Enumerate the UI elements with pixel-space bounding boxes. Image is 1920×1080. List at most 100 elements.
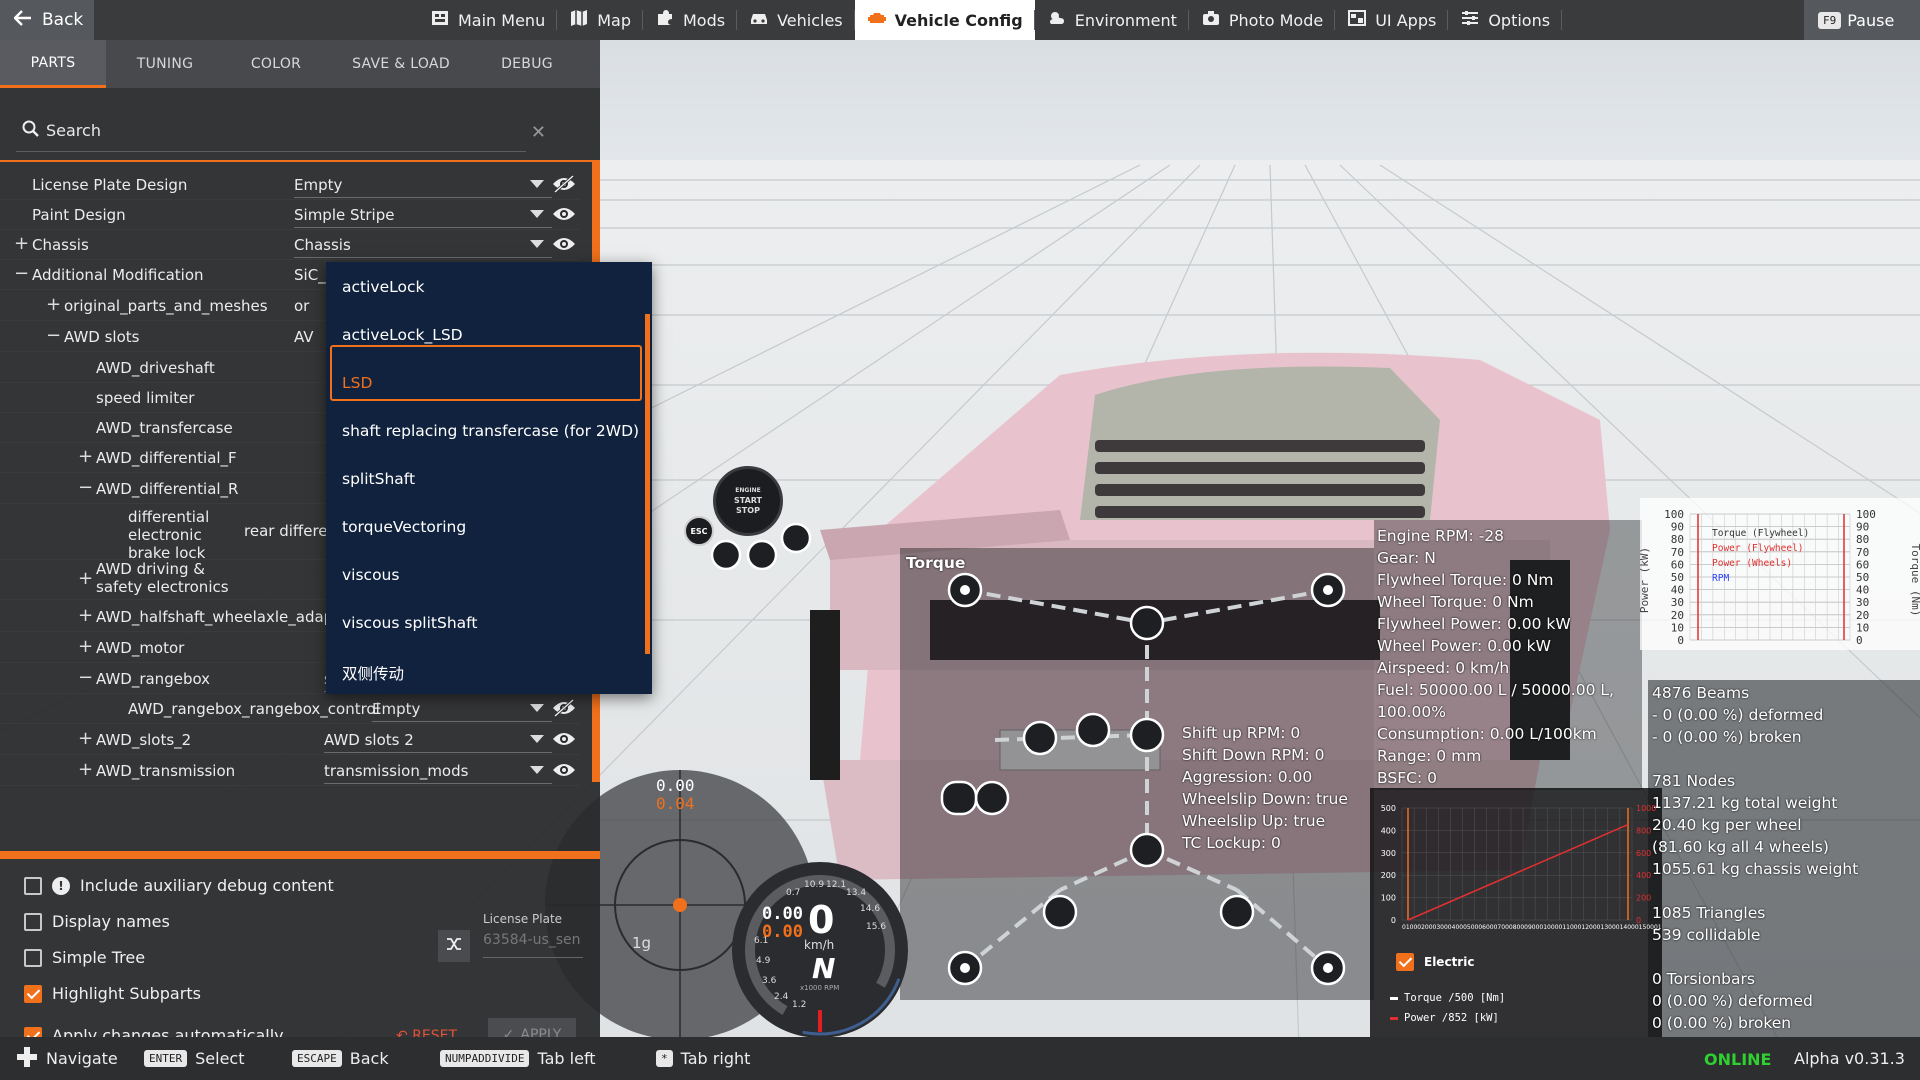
tree-bottom-scrollbar[interactable] — [0, 851, 600, 859]
option-aux-debug[interactable]: ! Include auxiliary debug content — [24, 876, 334, 895]
tab-debug[interactable]: DEBUG — [474, 40, 580, 88]
menu-mods[interactable]: Mods — [643, 0, 738, 40]
tick-label: 13.4 — [846, 888, 867, 898]
tab-tuning[interactable]: TUNING — [106, 40, 224, 88]
pause-button[interactable]: F9 Pause — [1804, 0, 1920, 40]
expand-icon[interactable]: + — [78, 759, 93, 780]
expand-icon[interactable]: + — [78, 446, 93, 467]
tab-color[interactable]: COLOR — [224, 40, 328, 88]
simple-tree-checkbox[interactable] — [24, 948, 42, 967]
tree-row[interactable]: License Plate Design Empty — [0, 170, 580, 200]
tree-row[interactable]: + AWD_slots_2 AWD slots 2 — [0, 725, 580, 755]
tab-save-load[interactable]: SAVE & LOAD — [328, 40, 474, 88]
dropdown-item[interactable]: torqueVectoring — [342, 518, 466, 536]
menu-ui-apps[interactable]: UI Apps — [1335, 0, 1449, 40]
online-status: ONLINE — [1704, 1050, 1772, 1069]
dropdown-item[interactable]: viscous splitShaft — [342, 614, 477, 632]
tick-label: 6.1 — [754, 936, 769, 946]
clear-search-button[interactable]: ✕ — [531, 122, 546, 143]
tab-parts[interactable]: PARTS — [0, 40, 106, 88]
expand-icon[interactable]: + — [46, 294, 61, 315]
part-value[interactable]: SiC_ — [294, 266, 326, 284]
engine-start-line2: START — [733, 496, 763, 505]
menu-photo-mode[interactable]: Photo Mode — [1189, 0, 1336, 40]
menu-label: Map — [597, 10, 631, 30]
beam-stat-line: 1055.61 kg chassis weight — [1652, 860, 1859, 878]
menu-vehicle-config[interactable]: Vehicle Config — [854, 0, 1035, 40]
y-tick-left: 40 — [1671, 584, 1684, 597]
part-select[interactable] — [324, 727, 552, 753]
tree-row[interactable]: + AWD_transmission transmission_mods — [0, 756, 580, 786]
collapse-icon[interactable]: − — [46, 325, 61, 346]
chevron-down-icon[interactable] — [530, 766, 544, 774]
search-field[interactable]: Search ✕ — [16, 110, 546, 152]
beam-stat-line: 20.40 kg per wheel — [1652, 816, 1802, 834]
menu-options[interactable]: Options — [1448, 0, 1562, 40]
expand-icon[interactable]: + — [78, 568, 93, 589]
electric-toggle[interactable]: Electric — [1396, 953, 1474, 971]
option-simple-tree[interactable]: Simple Tree — [24, 948, 145, 967]
part-select[interactable] — [294, 232, 552, 258]
expand-icon[interactable]: + — [78, 636, 93, 657]
hint-label: Back — [349, 1049, 389, 1068]
key-badge: NUMPADDIVIDE — [440, 1050, 530, 1067]
eye-icon[interactable] — [552, 204, 576, 224]
rpm-chart: Power (kW) Torque (Nm)0 010 1020 2030 3040 405… — [1640, 508, 1920, 647]
option-display-names[interactable]: Display names — [24, 912, 170, 931]
menu-vehicles[interactable]: Vehicles — [737, 0, 855, 40]
menu-environment[interactable]: Environment — [1035, 0, 1190, 40]
part-dropdown-list: activeLock activeLock_LSD LSD shaft replaci… — [326, 262, 652, 694]
back-button[interactable]: Back — [0, 0, 94, 40]
shuffle-plate-button[interactable] — [438, 930, 470, 962]
part-value[interactable]: AV — [294, 328, 314, 346]
dropdown-item[interactable]: activeLock — [342, 278, 424, 296]
config-tabs: PARTS TUNING COLOR SAVE & LOAD DEBUG — [0, 40, 600, 88]
chevron-down-icon[interactable] — [530, 735, 544, 743]
collapse-icon[interactable]: − — [14, 263, 29, 284]
chevron-down-icon[interactable] — [530, 704, 544, 712]
eye-off-icon[interactable] — [552, 698, 576, 718]
eye-icon[interactable] — [552, 234, 576, 254]
dropdown-item[interactable]: 双侧传动 — [342, 662, 404, 684]
dropdown-item[interactable]: viscous — [342, 566, 399, 584]
part-select[interactable] — [294, 202, 552, 228]
dpad-icon — [16, 1046, 38, 1072]
menu-main-menu[interactable]: Main Menu — [418, 0, 558, 40]
expand-icon[interactable]: + — [14, 233, 29, 254]
hint-label: Select — [195, 1049, 245, 1068]
tree-row[interactable]: AWD_rangebox_rangebox_control Empty — [0, 694, 580, 724]
beam-stat-line: - 0 (0.00 %) broken — [1652, 728, 1802, 746]
collapse-icon[interactable]: − — [78, 477, 93, 498]
part-select[interactable] — [372, 696, 552, 722]
part-select[interactable] — [324, 758, 552, 784]
part-slot-name: AWD_rangebox — [96, 670, 211, 688]
part-select[interactable] — [294, 172, 552, 198]
tree-row[interactable]: Paint Design Simple Stripe — [0, 200, 580, 230]
expand-icon[interactable]: + — [78, 728, 93, 749]
expand-icon[interactable]: + — [78, 605, 93, 626]
aux-debug-checkbox[interactable] — [24, 876, 42, 895]
chevron-down-icon[interactable] — [530, 210, 544, 218]
options-area: ! Include auxiliary debug content Displa… — [0, 862, 600, 1052]
part-value[interactable]: rear differe — [244, 522, 328, 540]
collapse-icon[interactable]: − — [78, 667, 93, 688]
dropdown-item[interactable]: shaft replacing transfercase (for 2WD) — [342, 422, 639, 440]
highlight-checkbox[interactable] — [24, 984, 42, 1003]
eye-icon[interactable] — [552, 760, 576, 780]
eye-off-icon[interactable] — [552, 174, 576, 194]
tree-row[interactable]: + Chassis Chassis — [0, 230, 580, 260]
display-names-checkbox[interactable] — [24, 912, 42, 931]
electric-checkbox[interactable] — [1396, 953, 1414, 971]
eye-icon[interactable] — [552, 729, 576, 749]
dropdown-item-selected[interactable]: LSD — [342, 374, 372, 392]
menu-map[interactable]: Map — [557, 0, 643, 40]
dropdown-item[interactable]: activeLock_LSD — [342, 326, 463, 344]
chevron-down-icon[interactable] — [530, 180, 544, 188]
dropdown-item[interactable]: splitShaft — [342, 470, 415, 488]
dropdown-scrollbar[interactable] — [645, 314, 650, 654]
license-plate-input[interactable]: 63584-us_sen — [483, 932, 583, 958]
option-highlight[interactable]: Highlight Subparts — [24, 984, 201, 1003]
power-chart-legend: Torque /500 [Nm] Power /852 [kW] — [1390, 988, 1505, 1028]
part-value[interactable]: or — [294, 297, 309, 315]
chevron-down-icon[interactable] — [530, 240, 544, 248]
